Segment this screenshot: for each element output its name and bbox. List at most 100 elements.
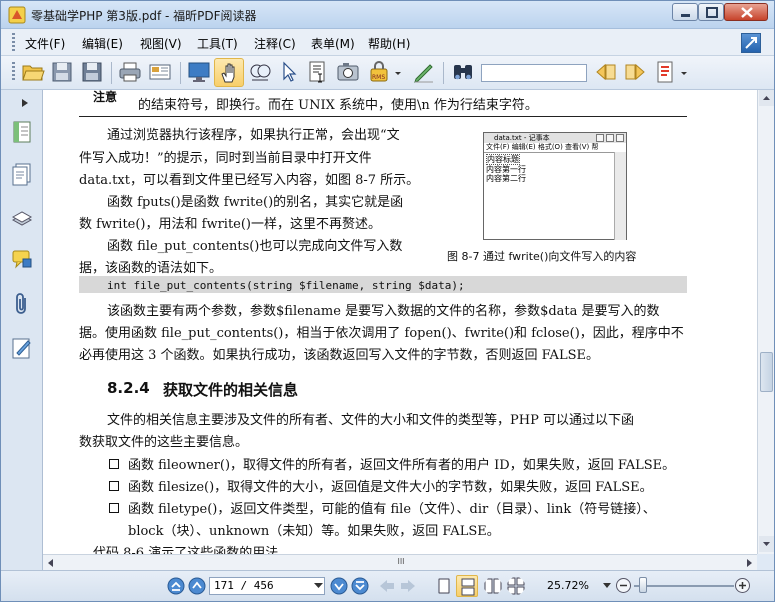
vertical-scroll-thumb[interactable] [760, 352, 773, 392]
paragraph-line: 件写入成功！”的提示，同时到当前目录中打开文件 [79, 151, 372, 166]
layers-icon[interactable] [11, 206, 33, 230]
paragraph-line: 必再使用这 3 个函数。如果执行成功，该函数返回写入文件的字节数，否则返回 FA… [79, 348, 599, 363]
continuous-view-button[interactable] [456, 575, 478, 597]
maximize-icon [706, 7, 718, 18]
scroll-up-icon [763, 96, 770, 100]
horizontal-scroll-thumb[interactable]: III [383, 557, 419, 569]
rms-dropdown-icon[interactable] [393, 60, 403, 84]
menu-forms[interactable]: 表单(M) [311, 35, 355, 52]
comments-icon[interactable] [11, 248, 33, 272]
next-page-icon[interactable] [330, 577, 348, 595]
save-as-icon[interactable] [80, 60, 104, 84]
menu-edit[interactable]: 编辑(E) [82, 35, 123, 52]
bullet-box-icon [109, 503, 119, 513]
paragraph-line: 代码 8-6 演示了这些函数的用法 [93, 546, 279, 554]
save-icon[interactable] [50, 60, 74, 84]
restore-layout-icon [745, 37, 757, 49]
page-number-field[interactable]: 171 / 456 [209, 577, 325, 595]
text-select-icon[interactable] [306, 60, 330, 84]
menu-tools[interactable]: 工具(T) [197, 35, 238, 52]
find-binoculars-icon[interactable] [451, 60, 475, 84]
go-forward-icon[interactable] [399, 577, 417, 595]
open-folder-icon[interactable] [21, 60, 45, 84]
menu-help[interactable]: 帮助(H) [368, 35, 410, 52]
bullet-item: 函数 fileowner()，取得文件的所有者，返回文件所有者的用户 ID，如果… [128, 458, 676, 473]
bullet-item: 函数 filesize()，取得文件的大小，返回值是文件大小的字节数，如果失败，… [128, 480, 653, 495]
zoom-in-icon[interactable] [734, 577, 751, 594]
notepad-scrollbar [614, 152, 626, 240]
zoom-slider-track[interactable] [634, 585, 734, 587]
close-icon [741, 7, 753, 18]
notepad-line: 内容第一行 [486, 165, 526, 174]
section-title: 获取文件的相关信息 [163, 381, 299, 399]
restore-layout-button[interactable] [741, 33, 761, 53]
menu-comments[interactable]: 注释(C) [254, 35, 296, 52]
note-text: 的结束符号，即换行。而在 UNIX 系统中，使用\n 作为行结束字符。 [138, 98, 538, 113]
menu-grip [12, 33, 15, 51]
bookmarks-icon[interactable] [11, 120, 33, 144]
snapshot-icon[interactable] [336, 60, 360, 84]
scroll-up-button[interactable] [759, 90, 774, 106]
page-dropdown-icon[interactable] [314, 583, 323, 589]
horizontal-scrollbar[interactable]: III [43, 554, 757, 570]
toolbar-separator [111, 62, 112, 84]
find-input[interactable] [481, 64, 587, 82]
highlight-dropdown-icon[interactable] [679, 60, 689, 84]
status-bar: 171 / 456 25.72% [1, 570, 774, 601]
rms-icon[interactable]: RMS [367, 60, 391, 84]
zoom-dropdown-icon[interactable] [603, 583, 611, 589]
last-page-icon[interactable] [351, 577, 369, 595]
highlight-icon[interactable] [653, 60, 677, 84]
note-label: 注意 [93, 90, 118, 104]
paragraph-line: 文件的相关信息主要涉及文件的所有者、文件的大小和文件的类型等，PHP 可以通过以… [107, 413, 634, 428]
previous-page-icon[interactable] [188, 577, 206, 595]
paragraph-line: 函数 file_put_contents()也可以完成向文件写入数 [107, 239, 403, 254]
foxit-app-icon [8, 6, 26, 24]
zoom-out-icon[interactable] [615, 577, 632, 594]
document-page[interactable]: 注意 的结束符号，即换行。而在 UNIX 系统中，使用\n 作为行结束字符。 通… [43, 90, 757, 554]
find-prev-icon[interactable] [594, 60, 618, 84]
maximize-button[interactable] [698, 3, 724, 21]
zoom-level[interactable]: 25.72% [547, 579, 589, 592]
scroll-right-icon[interactable] [743, 557, 755, 569]
paragraph-line: 该函数主要有两个参数，参数$filename 是要写入数据的文件的名称，参数$d… [107, 304, 660, 319]
navigation-sidebar [1, 90, 43, 570]
minimize-button[interactable] [672, 3, 698, 21]
sign-icon[interactable] [412, 60, 436, 84]
select-arrow-icon[interactable] [277, 60, 301, 84]
zoom-tool-icon[interactable] [248, 60, 272, 84]
notepad-title: data.txt - 记事本 [484, 133, 626, 143]
fullscreen-icon[interactable] [187, 60, 211, 84]
scroll-down-button[interactable] [759, 536, 774, 552]
facing-view-icon[interactable] [484, 577, 502, 595]
properties-icon[interactable] [148, 60, 172, 84]
title-bar: 零基础学PHP 第3版.pdf - 福昕PDF阅读器 [1, 1, 774, 29]
close-button[interactable] [724, 3, 768, 21]
first-page-icon[interactable] [167, 577, 185, 595]
find-next-icon[interactable] [623, 60, 647, 84]
continuous-view-icon [461, 578, 475, 596]
menu-bar: 文件(F) 编辑(E) 视图(V) 工具(T) 注释(C) 表单(M) 帮助(H… [1, 29, 774, 56]
hand-tool-icon [221, 63, 235, 83]
attachments-icon[interactable] [11, 292, 33, 316]
go-back-icon[interactable] [378, 577, 396, 595]
notepad-body: 内容标题 内容第一行 内容第二行 [484, 152, 614, 240]
menu-view[interactable]: 视图(V) [140, 35, 182, 52]
continuous-facing-view-icon[interactable] [507, 577, 525, 595]
menu-file[interactable]: 文件(F) [25, 35, 65, 52]
sidebar-collapse-icon[interactable] [21, 98, 29, 108]
paragraph-line: data.txt，可以看到文件里已经写入内容，如图 8-7 所示。 [79, 173, 420, 188]
signatures-icon[interactable] [11, 336, 33, 360]
zoom-slider-handle[interactable] [639, 577, 647, 593]
hand-tool-button[interactable] [214, 58, 244, 87]
notepad-figure: data.txt - 记事本 文件(F) 编辑(E) 格式(O) 查看(V) 帮… [483, 132, 627, 240]
single-page-view-icon[interactable] [435, 577, 453, 595]
code-line: int file_put_contents(string $filename, … [107, 279, 465, 292]
print-icon[interactable] [118, 60, 142, 84]
pages-icon[interactable] [11, 162, 33, 186]
scroll-left-icon[interactable] [45, 557, 57, 569]
bullet-continuation: block（块）、unknown（未知）等。如果失败，返回 FALSE。 [128, 524, 500, 539]
vertical-scrollbar[interactable] [757, 90, 774, 554]
paragraph-line: 数 fwrite()，用法和 fwrite()一样，这里不再赘述。 [79, 217, 382, 232]
toolbar-separator [443, 62, 444, 84]
